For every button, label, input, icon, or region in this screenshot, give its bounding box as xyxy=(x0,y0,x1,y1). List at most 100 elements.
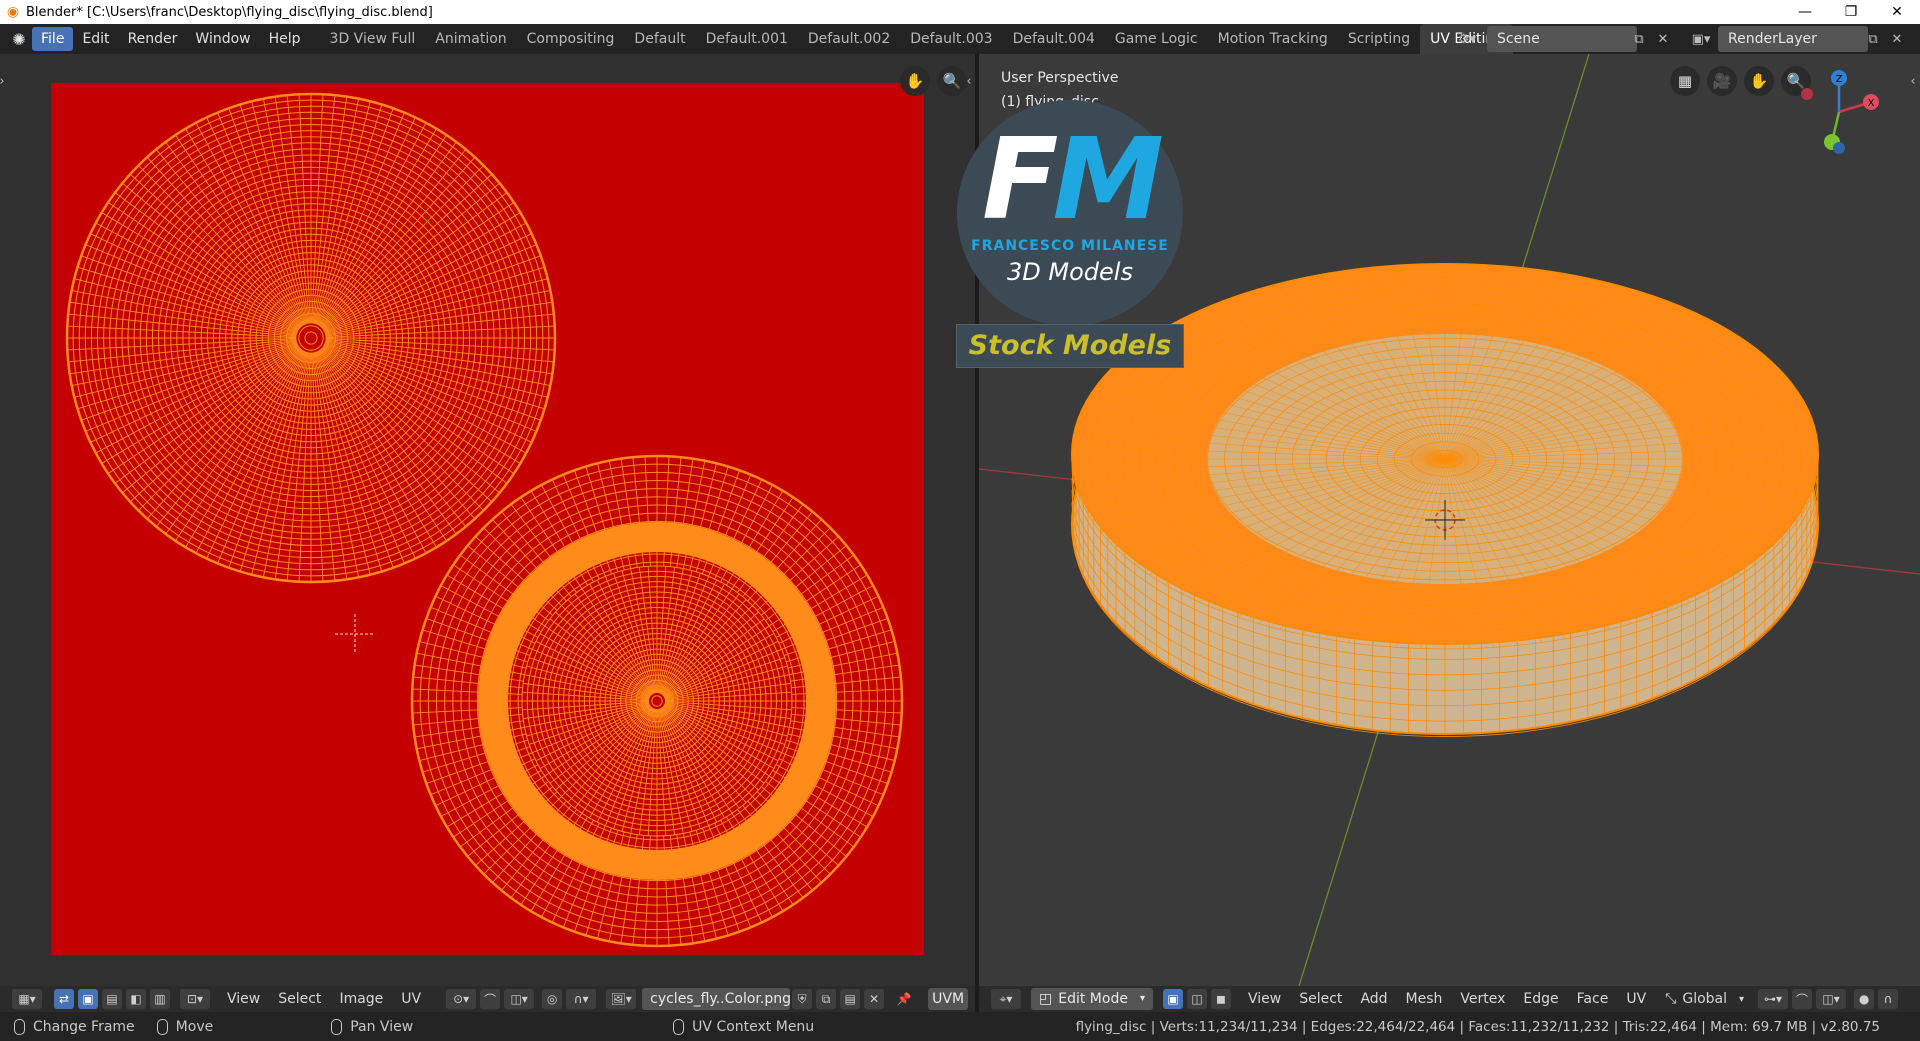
gizmo-z-label: Z xyxy=(1836,74,1843,85)
transform-orientation-dropdown[interactable]: ⤡ Global ▾ xyxy=(1665,991,1744,1007)
render-layer-field[interactable]: RenderLayer xyxy=(1718,26,1868,52)
tab-default-001[interactable]: Default.001 xyxy=(696,24,798,54)
status-change-frame: Change Frame xyxy=(14,1018,135,1035)
tab-scripting[interactable]: Scripting xyxy=(1338,24,1420,54)
uv-toolbar-toggle-icon[interactable]: › xyxy=(0,70,8,92)
tab-motion-tracking[interactable]: Motion Tracking xyxy=(1208,24,1338,54)
edge-select-icon[interactable]: ▤ xyxy=(102,989,122,1009)
logo-fm-letters: FM xyxy=(982,115,1164,245)
menu-render[interactable]: Render xyxy=(119,27,187,51)
mode-dropdown[interactable]: ◰ Edit Mode ▾ xyxy=(1031,988,1153,1010)
face-select-mode-icon[interactable]: ◼ xyxy=(1211,989,1231,1009)
tab-game-logic[interactable]: Game Logic xyxy=(1105,24,1208,54)
menu-help[interactable]: Help xyxy=(260,27,310,51)
gizmo-x-label: X xyxy=(1868,98,1875,109)
vp-menu-select[interactable]: Select xyxy=(1290,991,1351,1007)
tab-default[interactable]: Default xyxy=(624,24,695,54)
tab-default-002[interactable]: Default.002 xyxy=(798,24,900,54)
camera-view-icon[interactable]: 🎥 xyxy=(1707,66,1737,96)
snap-target-icon[interactable]: ◫▾ xyxy=(504,989,535,1009)
tab-default-003[interactable]: Default.003 xyxy=(900,24,1002,54)
falloff-icon[interactable]: ∩ xyxy=(1878,989,1899,1009)
uv-editor[interactable]: ✋ 🔍 › ‹ xyxy=(0,54,975,986)
edge-select-mode-icon[interactable]: ◫ xyxy=(1187,989,1207,1009)
vp-menu-face[interactable]: Face xyxy=(1568,991,1618,1007)
uv-sidebar-toggle-icon[interactable]: ‹ xyxy=(963,70,975,92)
uv-menu-view[interactable]: View xyxy=(218,991,269,1007)
vp-menu-add[interactable]: Add xyxy=(1351,991,1396,1007)
menu-window[interactable]: Window xyxy=(186,27,259,51)
falloff-icon[interactable]: ∩▾ xyxy=(566,989,597,1009)
restore-button[interactable]: ❐ xyxy=(1828,0,1874,24)
window-titlebar: ◉ Blender* [C:\Users\franc\Desktop\flyin… xyxy=(0,0,1920,24)
chevron-down-icon: ▾ xyxy=(1739,993,1745,1005)
menu-file[interactable]: File xyxy=(32,27,74,51)
tab-3d-view-full[interactable]: 3D View Full xyxy=(320,24,426,54)
viewport-nav-buttons: ▦ 🎥 ✋ 🔍 xyxy=(1663,66,1811,96)
tab-compositing[interactable]: Compositing xyxy=(517,24,625,54)
new-render-layer-icon[interactable]: ⧉ xyxy=(1862,28,1884,50)
status-pan-view: Pan View xyxy=(331,1018,413,1035)
ortho-toggle-icon[interactable]: ▦ xyxy=(1670,66,1700,96)
pan-hand-icon[interactable]: ✋ xyxy=(1744,66,1774,96)
blender-app: ◉ Blender* [C:\Users\franc\Desktop\flyin… xyxy=(0,0,1920,1041)
image-name-field[interactable]: cycles_fly..Color.png xyxy=(642,988,791,1010)
proportional-edit-icon[interactable]: ◎ xyxy=(542,989,563,1009)
uv-nav-gizmo: ✋ 🔍 xyxy=(893,66,967,96)
vp-menu-mesh[interactable]: Mesh xyxy=(1397,991,1452,1007)
uvmap-field[interactable]: UVM xyxy=(928,988,969,1010)
sync-selection-icon[interactable]: ⇄ xyxy=(54,989,74,1009)
editor-type-icon[interactable]: ▦▾ xyxy=(12,989,42,1009)
fake-user-icon[interactable]: ⛨ xyxy=(792,989,813,1009)
open-image-icon[interactable]: ▤ xyxy=(840,989,861,1009)
delete-scene-icon[interactable]: ✕ xyxy=(1652,28,1674,50)
pan-hand-icon[interactable]: ✋ xyxy=(900,66,930,96)
new-scene-icon[interactable]: ⧉ xyxy=(1628,28,1650,50)
new-image-icon[interactable]: ⧉ xyxy=(816,989,837,1009)
logo-author-name: FRANCESCO MILANESE xyxy=(971,238,1169,254)
minimize-button[interactable]: — xyxy=(1782,0,1828,24)
blender-logo-icon[interactable]: ✺ xyxy=(6,26,32,52)
pivot-point-icon[interactable]: ⊙▾ xyxy=(446,989,477,1009)
delete-render-layer-icon[interactable]: ✕ xyxy=(1886,28,1908,50)
editor-type-icon[interactable]: ⌖▾ xyxy=(991,989,1021,1009)
vp-menu-view[interactable]: View xyxy=(1239,991,1290,1007)
mouse-left-icon xyxy=(14,1018,25,1035)
image-browse-icon[interactable]: 🖼▾ xyxy=(606,989,637,1009)
orientation-icon: ⤡ xyxy=(1665,991,1677,1007)
unlink-image-icon[interactable]: ✕ xyxy=(864,989,885,1009)
viewport-header: ⌖▾ ◰ Edit Mode ▾ ▣ ◫ ◼ View Select Add Mes… xyxy=(979,986,1920,1012)
menu-edit[interactable]: Edit xyxy=(73,27,118,51)
vertex-select-mode-icon[interactable]: ▣ xyxy=(1163,989,1183,1009)
axis-gizmo[interactable]: Z X xyxy=(1797,62,1897,162)
proportional-edit-icon[interactable]: ● xyxy=(1854,989,1875,1009)
close-button[interactable]: ✕ xyxy=(1874,0,1920,24)
scene-name-field[interactable]: Scene xyxy=(1487,26,1637,52)
uv-menu-image[interactable]: Image xyxy=(330,991,392,1007)
face-select-icon[interactable]: ◧ xyxy=(126,989,146,1009)
uv-menu-uv[interactable]: UV xyxy=(392,991,430,1007)
mouse-right-icon xyxy=(673,1018,685,1035)
mode-label: Edit Mode xyxy=(1058,991,1128,1007)
snap-target-icon[interactable]: ◫▾ xyxy=(1816,989,1847,1009)
vp-menu-uv[interactable]: UV xyxy=(1617,991,1655,1007)
render-layer-selector-icon[interactable]: ▣▾ xyxy=(1686,28,1716,50)
status-uv-context: UV Context Menu xyxy=(673,1018,814,1035)
sticky-select-icon[interactable]: ⊡▾ xyxy=(180,989,210,1009)
scene-selector-icon[interactable]: ⚙▾ xyxy=(1452,28,1482,50)
uv-canvas[interactable] xyxy=(0,54,975,986)
vertex-select-icon[interactable]: ▣ xyxy=(78,989,98,1009)
pin-icon[interactable]: 📌 xyxy=(894,989,914,1009)
island-select-icon[interactable]: ▥ xyxy=(150,989,170,1009)
snap-icon[interactable]: ⌒ xyxy=(480,989,501,1009)
snap-icon[interactable]: ⌒ xyxy=(1792,989,1813,1009)
pivot-point-icon[interactable]: ⊶▾ xyxy=(1758,989,1789,1009)
uv-menu-select[interactable]: Select xyxy=(269,991,330,1007)
vp-menu-edge[interactable]: Edge xyxy=(1514,991,1567,1007)
viewport-sidebar-toggle-icon[interactable]: ‹ xyxy=(1907,70,1919,92)
tab-default-004[interactable]: Default.004 xyxy=(1003,24,1105,54)
tab-animation[interactable]: Animation xyxy=(425,24,516,54)
perspective-label: User Perspective xyxy=(1001,70,1119,86)
logo-stock-models-banner: Stock Models xyxy=(956,324,1184,368)
vp-menu-vertex[interactable]: Vertex xyxy=(1451,991,1514,1007)
